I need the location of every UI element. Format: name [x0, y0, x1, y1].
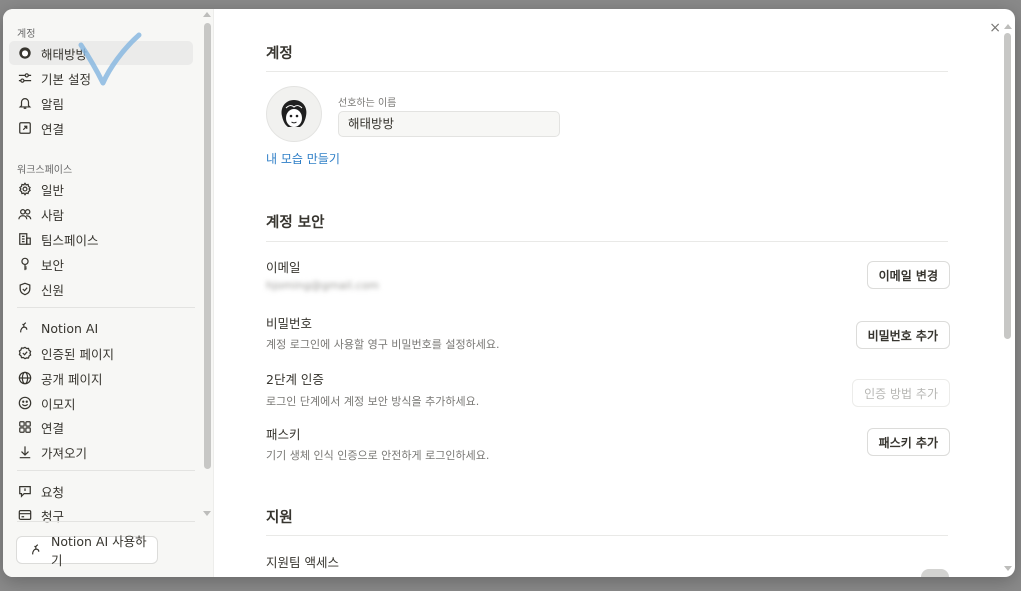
passkey-title: 패스키: [266, 427, 301, 442]
preferred-name-input[interactable]: 해태방방: [338, 111, 560, 137]
sidebar-item-label: 신원: [41, 282, 65, 298]
sidebar-item-label: 알림: [41, 96, 65, 112]
password-title: 비밀번호: [266, 316, 313, 331]
passkey-description: 기기 생체 인식 인증으로 안전하게 로그인하세요.: [266, 449, 490, 462]
sidebar-item-teamspaces[interactable]: 팀스페이스: [9, 227, 193, 251]
ai-face-icon: [29, 542, 45, 558]
sidebar-item-people[interactable]: 사람: [9, 202, 193, 226]
sidebar-item-label: 일반: [41, 182, 65, 198]
security-section-title: 계정 보안: [266, 215, 325, 231]
sidebar-item-notifications[interactable]: 알림: [9, 91, 193, 115]
sidebar-item-public-pages[interactable]: 공개 페이지: [9, 366, 193, 390]
two-step-title: 2단계 인증: [266, 372, 324, 387]
close-icon[interactable]: ×: [989, 20, 1001, 36]
external-link-icon: [17, 120, 33, 136]
sidebar-scrollbar[interactable]: [202, 9, 212, 577]
globe-icon: [17, 370, 33, 386]
sidebar-item-notion-ai[interactable]: Notion AI: [9, 316, 193, 340]
avatar[interactable]: [266, 86, 322, 142]
sidebar-item-identity[interactable]: 신원: [9, 277, 193, 301]
gear-icon: [17, 181, 33, 197]
sidebar-item-label: 연결: [41, 121, 65, 137]
scroll-down-arrow-icon[interactable]: [203, 511, 211, 516]
sidebar-item-label: 보안: [41, 257, 65, 273]
scroll-up-arrow-icon[interactable]: [203, 12, 211, 17]
settings-modal: 계정 해태방방 기본 설정 알림 연결 워크스페이스 일반 사람 팀스페이스 보…: [3, 9, 1015, 577]
sidebar-item-label: 사람: [41, 207, 65, 223]
section-label-account: 계정: [17, 29, 36, 40]
add-passkey-button[interactable]: 패스키 추가: [866, 428, 950, 456]
add-password-button[interactable]: 비밀번호 추가: [855, 321, 950, 349]
section-divider: [266, 241, 948, 242]
sidebar-item-billing[interactable]: 청구: [9, 503, 193, 527]
sidebar-item-security[interactable]: 보안: [9, 252, 193, 276]
sidebar-item-integrations[interactable]: 연결: [9, 415, 193, 439]
sidebar-item-label: 인증된 페이지: [41, 346, 114, 362]
sidebar-divider: [17, 307, 195, 308]
sidebar-item-label: 가져오기: [41, 445, 88, 461]
sidebar-item-general[interactable]: 일반: [9, 177, 193, 201]
scroll-down-arrow-icon[interactable]: [1004, 566, 1012, 571]
key-icon: [17, 256, 33, 272]
section-divider: [266, 71, 948, 72]
sidebar-item-emoji[interactable]: 이모지: [9, 391, 193, 415]
sidebar-item-label: 연결: [41, 420, 65, 436]
sidebar-item-connections[interactable]: 연결: [9, 116, 193, 140]
sidebar-item-label: 팀스페이스: [41, 232, 99, 248]
section-label-workspace: 워크스페이스: [17, 165, 73, 176]
smile-icon: [17, 395, 33, 411]
support-access-toggle[interactable]: [921, 569, 949, 577]
two-step-description: 로그인 단계에서 계정 보안 방식을 추가하세요.: [266, 395, 480, 408]
password-description: 계정 로그인에 사용할 영구 비밀번호를 설정하세요.: [266, 338, 500, 351]
sidebar-item-label: 요청: [41, 484, 65, 500]
notion-ai-button-label: Notion AI 사용하기: [51, 534, 147, 568]
sidebar-item-requests[interactable]: 요청: [9, 479, 193, 503]
email-title: 이메일: [266, 260, 301, 275]
sidebar-scrollbar-thumb[interactable]: [204, 23, 211, 469]
email-value: hjoming@gmail.com: [266, 279, 380, 292]
bell-icon: [17, 95, 33, 111]
sidebar-item-verified-pages[interactable]: 인증된 페이지: [9, 341, 193, 365]
request-icon: [17, 483, 33, 499]
sidebar-divider: [17, 521, 195, 522]
sliders-icon: [17, 70, 33, 86]
sidebar-item-import[interactable]: 가져오기: [9, 440, 193, 464]
verified-icon: [17, 345, 33, 361]
create-avatar-link[interactable]: 내 모습 만들기: [266, 150, 340, 167]
section-divider: [266, 535, 948, 536]
grid-icon: [17, 419, 33, 435]
sidebar-divider: [17, 470, 195, 471]
building-icon: [17, 231, 33, 247]
sidebar-item-label: 이모지: [41, 396, 76, 412]
change-email-button[interactable]: 이메일 변경: [866, 261, 950, 289]
download-icon: [17, 444, 33, 460]
add-verification-method-button[interactable]: 인증 방법 추가: [852, 379, 950, 407]
support-access-title: 지원팀 액세스: [266, 555, 339, 570]
ai-face-icon: [17, 320, 33, 336]
preferred-name-label: 선호하는 이름: [338, 98, 397, 109]
notion-ai-try-button[interactable]: Notion AI 사용하기: [16, 534, 158, 568]
people-icon: [17, 206, 33, 222]
page-title: 계정: [266, 46, 293, 62]
user-avatar-icon: [17, 45, 33, 61]
scroll-up-arrow-icon[interactable]: [1004, 24, 1012, 29]
content-scrollbar-thumb[interactable]: [1004, 33, 1011, 339]
sidebar-item-label: 공개 페이지: [41, 371, 103, 387]
sidebar-item-label: Notion AI: [41, 320, 99, 336]
checkmark-scribble-icon: [78, 32, 142, 86]
avatar-illustration-icon: [281, 100, 307, 127]
support-section-title: 지원: [266, 510, 293, 526]
shield-check-icon: [17, 281, 33, 297]
settings-sidebar: 계정 해태방방 기본 설정 알림 연결 워크스페이스 일반 사람 팀스페이스 보…: [3, 9, 214, 577]
content-scrollbar[interactable]: [1003, 21, 1012, 575]
settings-content: × 계정 선호하는 이름 해태방방 내 모습 만들기 계정 보안 이메일 hjo…: [214, 9, 1015, 577]
